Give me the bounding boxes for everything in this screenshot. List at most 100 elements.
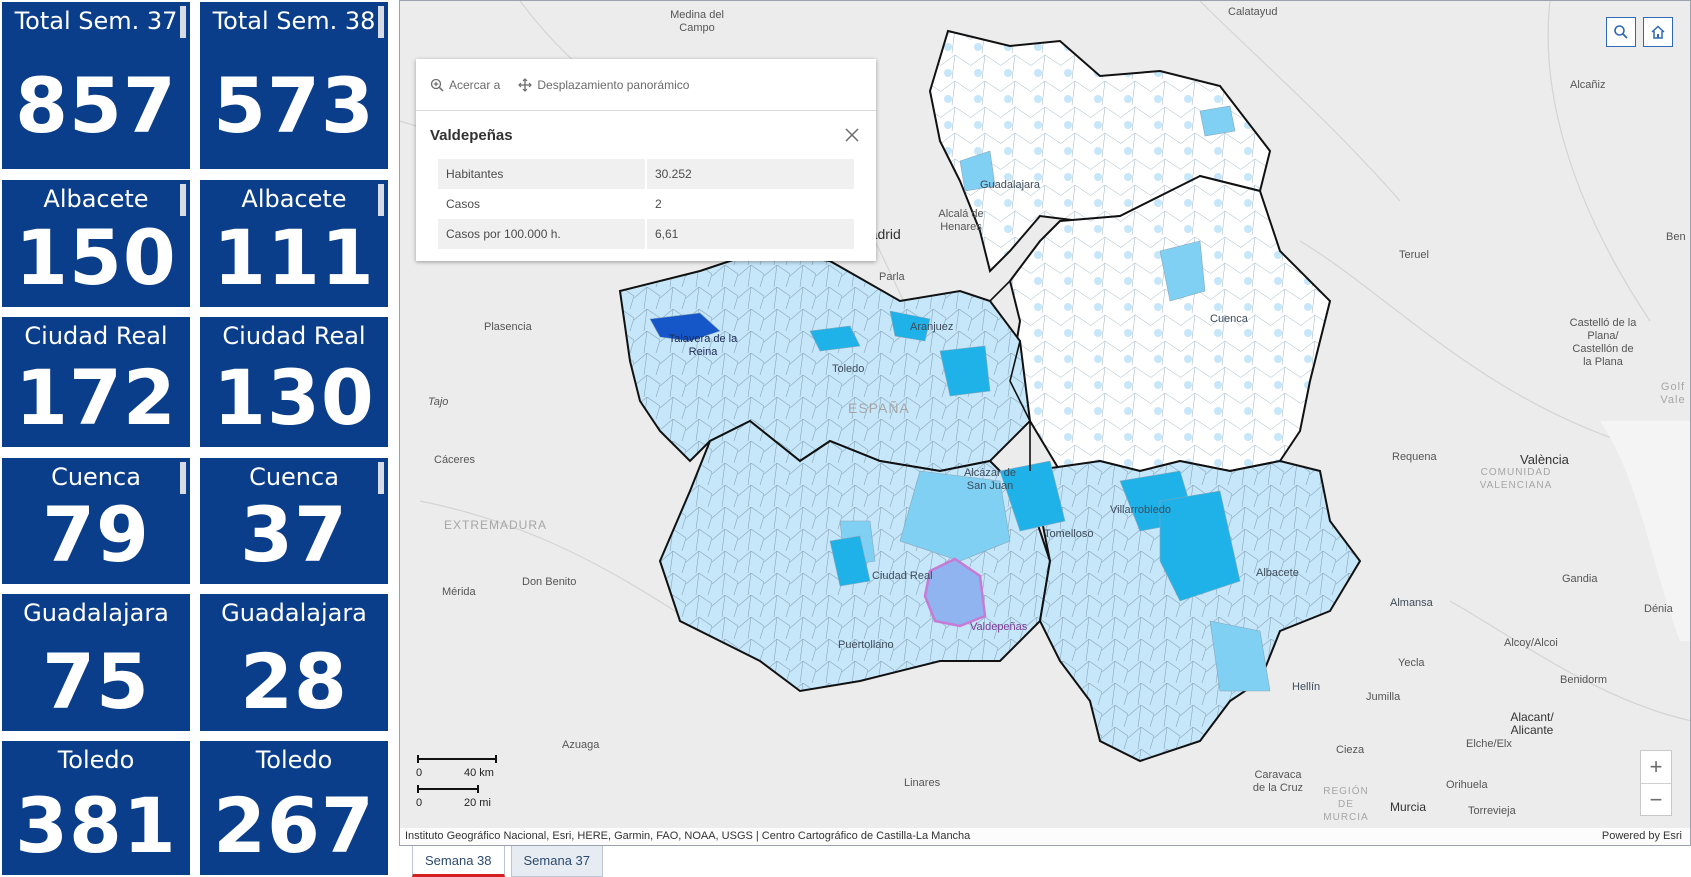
label-gandia: Gandia xyxy=(1562,573,1598,585)
indicator-cuenca-week37[interactable]: Cuenca 79 xyxy=(2,458,190,584)
indicator-albacete-week37[interactable]: Albacete 150 xyxy=(2,180,190,307)
label-tajo: Tajo xyxy=(428,396,449,408)
table-row: Casos por 100.000 h. 6,61 xyxy=(438,219,854,249)
popup-close-button[interactable] xyxy=(842,125,862,145)
label-murcia: Murcia xyxy=(1390,800,1427,814)
scale-zero-km: 0 xyxy=(416,767,423,779)
feature-popup: Acercar a Desplazamiento panorámico Vald… xyxy=(416,59,876,261)
label-azuaga: Azuaga xyxy=(562,739,600,751)
zoom-out-button[interactable]: − xyxy=(1641,783,1671,815)
indicator-scrollbar[interactable] xyxy=(180,6,186,38)
indicator-ciudad-real-week37[interactable]: Ciudad Real 172 xyxy=(2,317,190,447)
powered-by-esri-link[interactable]: Powered by Esri xyxy=(1602,828,1682,845)
map-view[interactable]: Medina del Campo Calatayud Alcañiz Madri… xyxy=(399,0,1691,846)
indicator-title: Guadalajara xyxy=(23,599,169,627)
label-ben: Ben xyxy=(1666,231,1686,243)
label-espana: ESPAÑA xyxy=(848,400,910,416)
indicator-title: Toledo xyxy=(255,746,333,774)
attribution-text: Instituto Geográfico Nacional, Esri, HER… xyxy=(405,830,971,842)
indicator-scrollbar[interactable] xyxy=(378,6,384,38)
indicator-value: 75 xyxy=(42,637,150,726)
label-ciudadreal: Ciudad Real xyxy=(872,570,933,582)
indicator-total-week38[interactable]: Total Sem. 38 573 xyxy=(200,2,388,169)
indicator-panel: Total Sem. 37 857 Total Sem. 38 573 Alba… xyxy=(0,0,398,877)
map-search-button[interactable] xyxy=(1606,17,1636,47)
indicator-scrollbar[interactable] xyxy=(180,184,186,216)
label-talavera: Talavera de la Reina xyxy=(668,333,738,358)
indicator-title: Cuenca xyxy=(51,463,141,491)
label-tomelloso: Tomelloso xyxy=(1044,528,1094,540)
indicator-total-week37[interactable]: Total Sem. 37 857 xyxy=(2,2,190,169)
pan-icon xyxy=(518,77,533,92)
close-icon xyxy=(845,128,859,142)
label-albacete: Albacete xyxy=(1256,567,1299,579)
indicator-guadalajara-week38[interactable]: Guadalajara 28 xyxy=(200,594,388,731)
label-extremadura: EXTREMADURA xyxy=(444,518,548,532)
indicator-title: Ciudad Real xyxy=(222,322,366,350)
scale-bar-graphic xyxy=(417,755,497,793)
dashboard: Total Sem. 37 857 Total Sem. 38 573 Alba… xyxy=(0,0,1691,877)
attribute-value: 30.252 xyxy=(646,159,854,189)
label-cuenca: Cuenca xyxy=(1210,313,1248,325)
table-row: Casos 2 xyxy=(438,189,854,219)
attribute-value: 2 xyxy=(655,197,662,211)
attribute-key: Habitantes xyxy=(438,159,647,189)
zoom-control: + − xyxy=(1640,750,1672,816)
label-alcazar: Alcázar de San Juan xyxy=(964,467,1016,492)
label-caravaca: Caravaca de la Cruz xyxy=(1252,769,1304,794)
indicator-value: 267 xyxy=(213,781,375,870)
zoom-in-icon xyxy=(430,78,444,92)
label-guadalajara: Guadalajara xyxy=(980,179,1040,191)
indicator-albacete-week38[interactable]: Albacete 111 xyxy=(200,180,388,307)
label-castello: Castelló de la Plana/ Castellón de la Pl… xyxy=(1569,317,1637,368)
label-calatayud: Calatayud xyxy=(1228,6,1278,18)
indicator-scrollbar[interactable] xyxy=(378,462,384,494)
attribute-key: Casos por 100.000 h. xyxy=(438,219,647,249)
label-parla: Parla xyxy=(879,271,905,283)
label-villarrobledo: Villarrobledo xyxy=(1110,504,1171,516)
indicator-value: 573 xyxy=(213,61,375,150)
popup-actions: Acercar a Desplazamiento panorámico xyxy=(416,59,876,111)
label-jumilla: Jumilla xyxy=(1366,691,1401,703)
week-tabs: Semana 38 Semana 37 xyxy=(412,846,603,877)
tab-week-37[interactable]: Semana 37 xyxy=(510,846,603,877)
indicator-ciudad-real-week38[interactable]: Ciudad Real 130 xyxy=(200,317,388,447)
attribute-key: Casos xyxy=(438,189,647,219)
indicator-cuenca-week38[interactable]: Cuenca 37 xyxy=(200,458,388,584)
indicator-value: 28 xyxy=(240,637,348,726)
indicator-value: 381 xyxy=(15,781,177,870)
label-orihuela: Orihuela xyxy=(1446,779,1488,791)
indicator-title: Albacete xyxy=(241,185,347,213)
indicator-value: 150 xyxy=(15,213,177,302)
popup-pan-action[interactable]: Desplazamiento panorámico xyxy=(518,78,689,92)
indicator-value: 111 xyxy=(213,213,375,302)
label-plasencia: Plasencia xyxy=(484,321,532,333)
indicator-scrollbar[interactable] xyxy=(180,462,186,494)
label-benidorm: Benidorm xyxy=(1560,674,1608,686)
indicator-title: Total Sem. 38 xyxy=(212,7,376,35)
indicator-scrollbar[interactable] xyxy=(378,184,384,216)
label-cieza: Cieza xyxy=(1336,744,1365,756)
label-donbenito: Don Benito xyxy=(522,576,577,588)
label-alcoy: Alcoy/Alcoi xyxy=(1504,637,1558,649)
indicator-value: 37 xyxy=(240,490,348,579)
indicator-toledo-week38[interactable]: Toledo 267 xyxy=(200,741,388,875)
map-home-button[interactable] xyxy=(1643,17,1673,47)
label-almansa: Almansa xyxy=(1390,597,1433,609)
indicator-guadalajara-week37[interactable]: Guadalajara 75 xyxy=(2,594,190,731)
popup-zoom-to-action[interactable]: Acercar a xyxy=(430,78,500,92)
table-row: Habitantes 30.252 xyxy=(438,159,854,189)
label-denia: Dénia xyxy=(1644,603,1673,615)
label-valdepenas: Valdepeñas xyxy=(970,621,1028,633)
indicator-toledo-week37[interactable]: Toledo 381 xyxy=(2,741,190,875)
tab-week-38[interactable]: Semana 38 xyxy=(412,846,505,877)
label-aranjuez: Aranjuez xyxy=(910,321,954,333)
label-alicante: Alacant/ Alicante xyxy=(1510,710,1554,737)
indicator-title: Albacete xyxy=(43,185,149,213)
zoom-in-button[interactable]: + xyxy=(1641,751,1671,783)
label-murcia-region: REGIÓN DE MURCIA xyxy=(1323,786,1369,823)
label-torrevieja: Torrevieja xyxy=(1468,805,1516,817)
label-valencia: València xyxy=(1520,452,1569,467)
label-alcaniz: Alcañiz xyxy=(1570,79,1606,91)
scale-mi-label: 20 mi xyxy=(464,797,491,809)
